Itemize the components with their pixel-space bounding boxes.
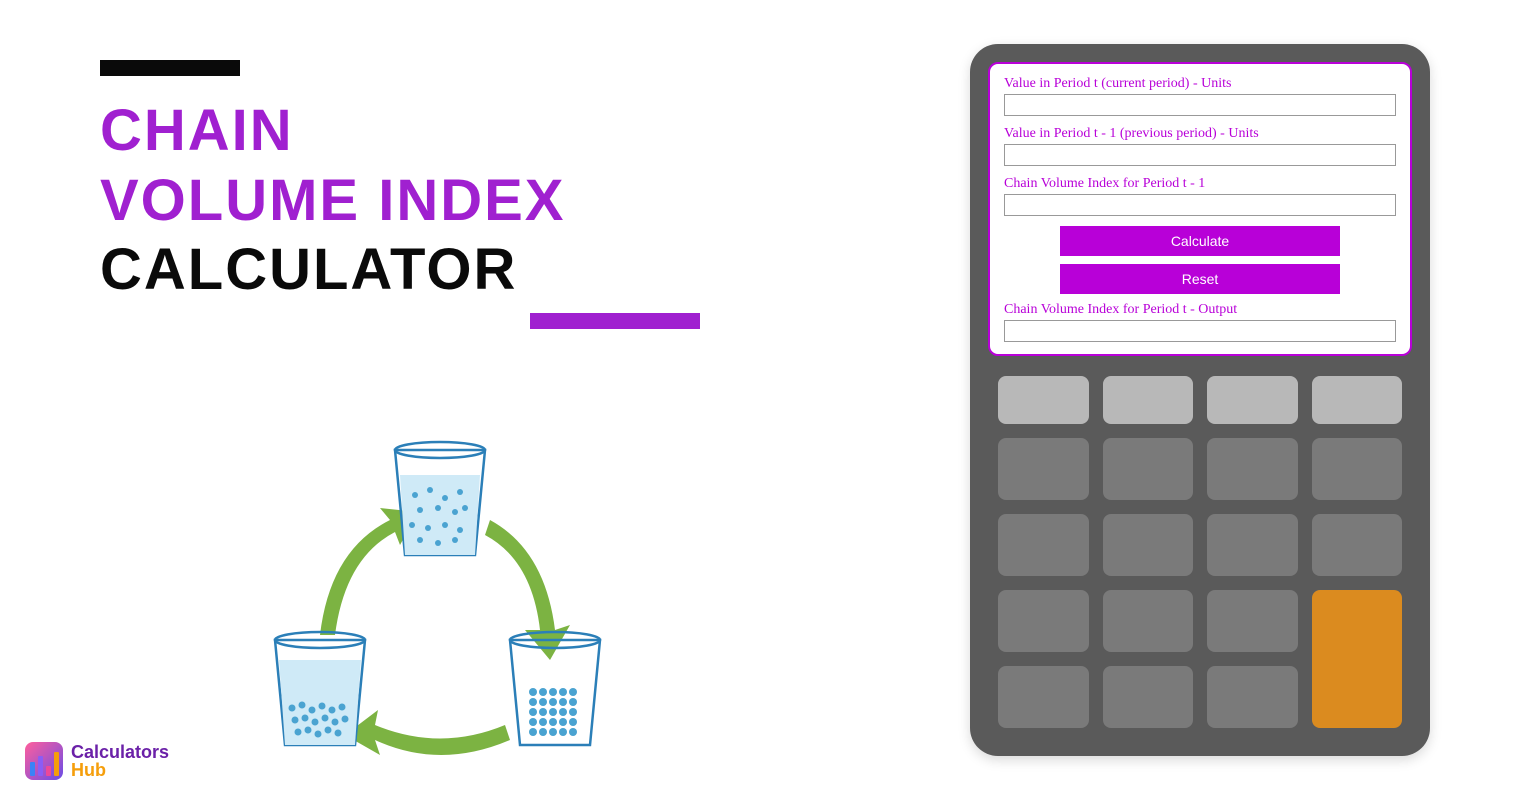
keypad-key (1207, 376, 1298, 424)
cup-right-icon (510, 632, 600, 745)
keypad-key (1207, 590, 1298, 652)
field-2-label: Value in Period t - 1 (previous period) … (1004, 126, 1396, 142)
keypad-key (1312, 376, 1403, 424)
keypad-key (998, 514, 1089, 576)
keypad-key (1103, 666, 1194, 728)
chain-index-output[interactable] (1004, 320, 1396, 342)
calculate-button[interactable]: Calculate (1060, 226, 1340, 256)
keypad-key (998, 438, 1089, 500)
keypad-key (998, 376, 1089, 424)
logo-icon (25, 742, 63, 780)
title-line-3: CALCULATOR (100, 235, 900, 305)
keypad-key (1207, 666, 1298, 728)
keypad-key (998, 666, 1089, 728)
value-period-t-minus-1-input[interactable] (1004, 144, 1396, 166)
cup-top-icon (395, 442, 485, 555)
keypad-equals-key (1312, 590, 1403, 728)
calculator-form: Value in Period t (current period) - Uni… (988, 62, 1412, 356)
arrow-bottom-icon (345, 710, 510, 755)
output-label: Chain Volume Index for Period t - Output (1004, 302, 1396, 318)
keypad-key (1312, 438, 1403, 500)
cup-left-icon (275, 632, 365, 745)
field-1-label: Value in Period t (current period) - Uni… (1004, 76, 1396, 92)
keypad-key (1207, 514, 1298, 576)
decorative-bar-top (100, 60, 240, 76)
keypad-key (1207, 438, 1298, 500)
cycle-diagram (260, 440, 620, 780)
keypad-key (1103, 438, 1194, 500)
title-line-1: CHAIN (100, 96, 900, 166)
reset-button[interactable]: Reset (1060, 264, 1340, 294)
value-period-t-input[interactable] (1004, 94, 1396, 116)
decorative-bar-bottom (530, 313, 700, 329)
keypad-key (1103, 590, 1194, 652)
brand-logo: Calculators Hub (25, 742, 169, 780)
keypad-key (1103, 514, 1194, 576)
chain-index-t-minus-1-input[interactable] (1004, 194, 1396, 216)
keypad-key (998, 590, 1089, 652)
keypad-key (1103, 376, 1194, 424)
keypad-key (1312, 514, 1403, 576)
calculator-keypad (988, 356, 1412, 738)
calculator-device: Value in Period t (current period) - Uni… (970, 44, 1430, 756)
field-3-label: Chain Volume Index for Period t - 1 (1004, 176, 1396, 192)
title-line-2: VOLUME INDEX (100, 166, 900, 236)
title-block: CHAIN VOLUME INDEX CALCULATOR (100, 60, 900, 329)
logo-text: Calculators Hub (71, 743, 169, 779)
